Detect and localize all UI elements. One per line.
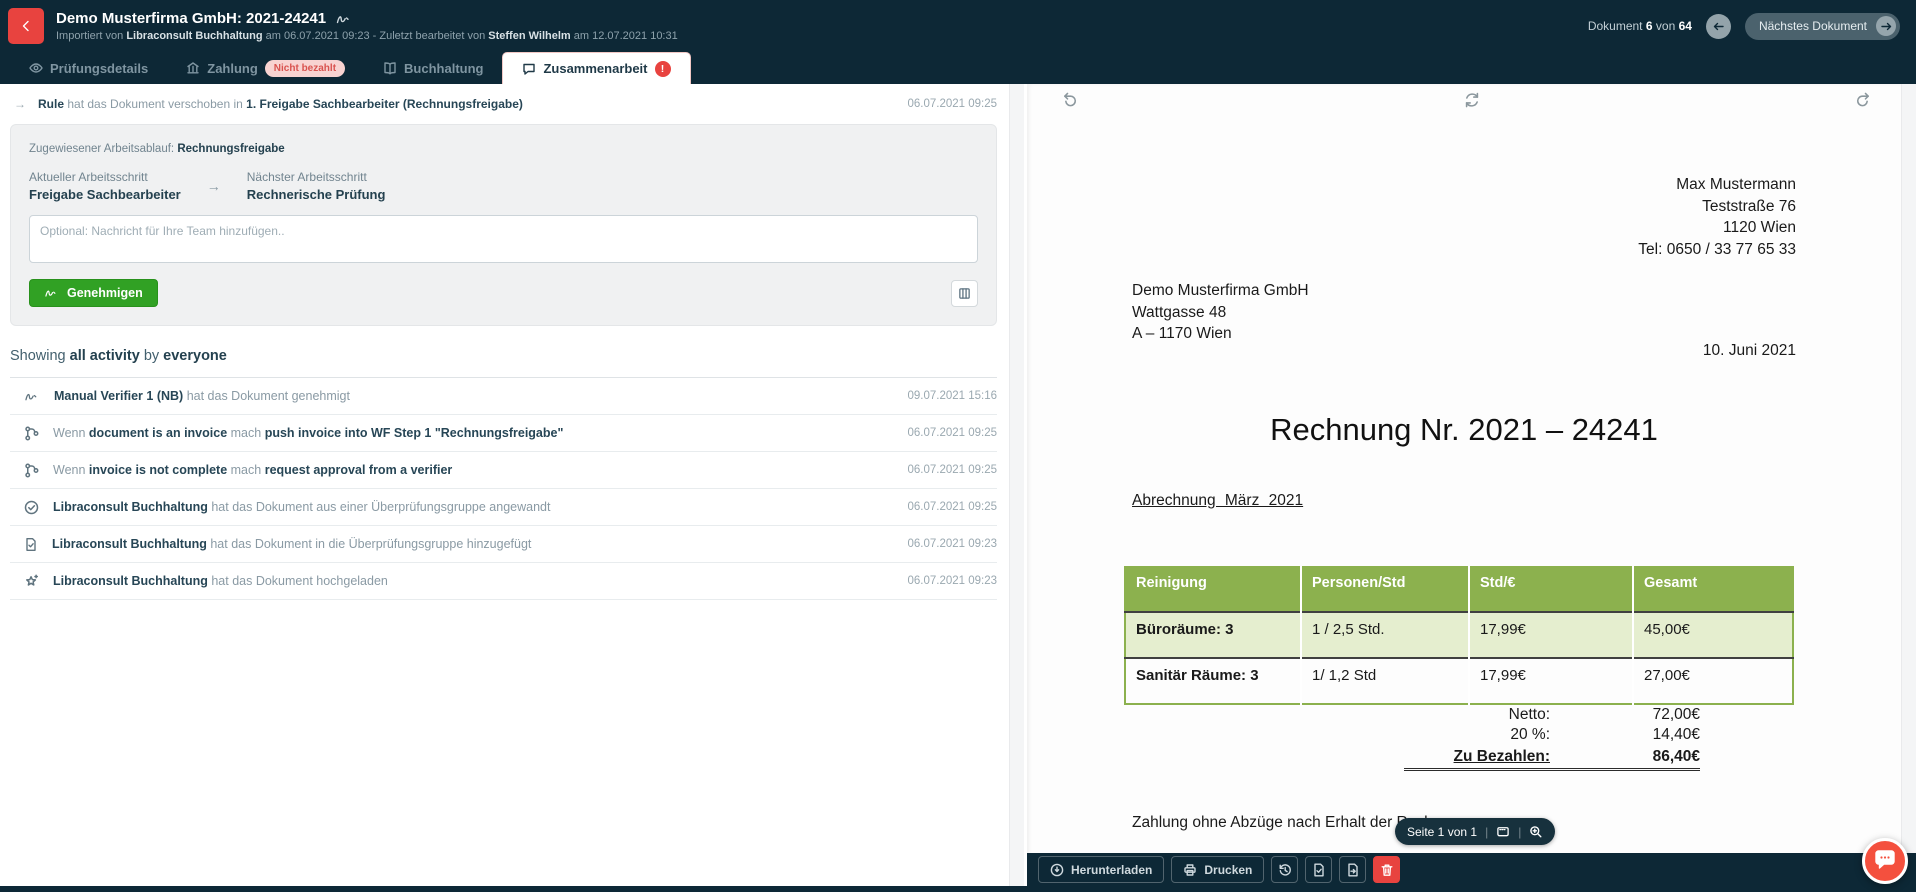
back-button[interactable] (8, 8, 44, 44)
eye-icon (29, 61, 43, 75)
thumbnails-icon[interactable] (1496, 825, 1510, 838)
tab-zahlung[interactable]: Zahlung Nicht bezahlt (167, 52, 364, 84)
arrow-right-icon: → (14, 97, 26, 111)
collaboration-panel: → Rule hat das Dokument verschoben in 1.… (0, 84, 1027, 886)
document-check-icon (1312, 863, 1326, 877)
footer-bar (0, 886, 1916, 892)
next-document-button[interactable]: Nächstes Dokument (1745, 13, 1900, 40)
kanban-icon (958, 287, 971, 300)
invoice-title: Rechnung Nr. 2021 – 24241 (1027, 412, 1901, 448)
trash-icon (1380, 863, 1394, 877)
activity-list: Manual Verifier 1 (NB) hat das Dokument … (10, 377, 997, 600)
invoice-sender-address: Max Mustermann Teststraße 76 1120 Wien T… (1638, 174, 1796, 260)
chevron-left-icon (19, 19, 33, 33)
activity-row-group-applied: Libraconsult Buchhaltung hat das Dokumen… (10, 489, 997, 526)
delete-button[interactable] (1373, 856, 1400, 883)
activity-filter-row: Showing all activity by everyone (0, 326, 1027, 377)
invoice-subject: Abrechnung März 2021 (1132, 492, 1303, 510)
document-verify-button[interactable] (1305, 856, 1332, 883)
activity-row-rule-invoice: Wenn document is an invoice mach push in… (10, 415, 997, 452)
tab-bar: Prüfungsdetails Zahlung Nicht bezahlt Bu… (0, 52, 1916, 84)
timestamp: 06.07.2021 09:25 (907, 501, 997, 513)
workflow-panel: Zugewiesener Arbeitsablauf: Rechnungsfre… (10, 124, 997, 326)
rotate-right-icon[interactable] (1854, 91, 1872, 109)
alert-badge: ! (655, 61, 671, 77)
assigned-workflow: Zugewiesener Arbeitsablauf: Rechnungsfre… (29, 143, 978, 155)
rotate-left-icon[interactable] (1061, 91, 1079, 109)
star-icon (24, 574, 39, 589)
tab-buchhaltung[interactable]: Buchhaltung (364, 52, 502, 84)
refresh-icon[interactable] (1463, 91, 1481, 109)
arrow-left-icon (1713, 22, 1724, 31)
rule-event-row: → Rule hat das Dokument verschoben in 1.… (0, 84, 1027, 121)
invoice-totals: Netto:72,00€ 20 %:14,40€ Zu Bezahlen:86,… (1404, 705, 1700, 771)
signature-icon (44, 287, 59, 299)
current-step: Aktueller Arbeitsschritt Freigabe Sachbe… (29, 170, 181, 202)
timestamp: 06.07.2021 09:25 (907, 427, 997, 439)
approve-button[interactable]: Genehmigen (29, 279, 158, 307)
activity-row-rule-approval: Wenn invoice is not complete mach reques… (10, 452, 997, 489)
activity-row-uploaded: Libraconsult Buchhaltung hat das Dokumen… (10, 563, 997, 600)
signature-icon (336, 12, 352, 26)
document-viewer: Max Mustermann Teststraße 76 1120 Wien T… (1027, 84, 1916, 886)
activity-row-group-added: Libraconsult Buchhaltung hat das Dokumen… (10, 526, 997, 563)
invoice-footnote: Zahlung ohne Abzüge nach Erhalt der Rech (1132, 814, 1433, 832)
tab-pruefungsdetails[interactable]: Prüfungsdetails (10, 52, 167, 84)
support-chat-button[interactable] (1862, 838, 1908, 884)
table-row: Büroräume: 3 1 / 2,5 Std. 17,99€ 45,00€ (1125, 612, 1793, 658)
check-circle-icon (24, 500, 39, 515)
page-indicator: Seite 1 von 1 | | (1395, 818, 1555, 845)
bank-icon (186, 61, 200, 75)
printer-icon (1183, 863, 1197, 877)
history-icon (1278, 863, 1292, 877)
next-step: Nächster Arbeitsschritt Rechnerische Prü… (247, 170, 386, 202)
header-bar: Demo Musterfirma GmbH: 2021-24241 Import… (0, 0, 1916, 52)
document-page: Max Mustermann Teststraße 76 1120 Wien T… (1027, 84, 1916, 853)
history-button[interactable] (1271, 856, 1298, 883)
app-window: Demo Musterfirma GmbH: 2021-24241 Import… (0, 0, 1916, 892)
previous-document-button[interactable] (1706, 14, 1731, 39)
activity-type-filter[interactable]: all activity (70, 348, 140, 364)
timestamp: 06.07.2021 09:25 (907, 98, 997, 110)
document-export-button[interactable] (1339, 856, 1366, 883)
board-view-button[interactable] (951, 280, 978, 307)
timestamp: 06.07.2021 09:25 (907, 464, 997, 476)
document-export-icon (1346, 863, 1360, 877)
invoice-recipient-address: Demo Musterfirma GmbH Wattgasse 48 A – 1… (1132, 280, 1309, 345)
print-button[interactable]: Drucken (1171, 856, 1264, 883)
branch-icon (24, 463, 39, 478)
chat-icon (522, 62, 536, 76)
timestamp: 06.07.2021 09:23 (907, 575, 997, 587)
tab-zusammenarbeit[interactable]: Zusammenarbeit ! (502, 52, 690, 84)
timestamp: 06.07.2021 09:23 (907, 538, 997, 550)
ledger-icon (383, 61, 397, 75)
arrow-right-icon: → (207, 178, 221, 194)
panel-scrollbar[interactable] (1009, 84, 1024, 886)
invoice-date: 10. Juni 2021 (1703, 342, 1796, 360)
document-check-icon (24, 537, 38, 552)
viewer-scrollbar[interactable] (1901, 84, 1916, 853)
activity-row-approved: Manual Verifier 1 (NB) hat das Dokument … (10, 378, 997, 415)
document-title: Demo Musterfirma GmbH: 2021-24241 (56, 10, 326, 27)
team-message-input[interactable] (29, 215, 978, 263)
document-counter: Dokument 6 von 64 (1588, 19, 1692, 33)
signature-icon (24, 390, 40, 403)
download-button[interactable]: Herunterladen (1038, 856, 1164, 883)
chat-bubble-icon (1873, 850, 1897, 872)
zoom-in-icon[interactable] (1529, 825, 1543, 839)
download-icon (1050, 863, 1064, 877)
invoice-table: Reinigung Personen/Std Std/€ Gesamt Büro… (1124, 566, 1794, 705)
table-row: Sanitär Räume: 3 1/ 1,2 Std 17,99€ 27,00… (1125, 658, 1793, 704)
branch-icon (24, 426, 39, 441)
activity-people-filter[interactable]: everyone (163, 348, 227, 364)
unpaid-badge: Nicht bezahlt (265, 60, 345, 77)
viewer-toolbar: Herunterladen Drucken (1027, 853, 1916, 886)
timestamp: 09.07.2021 15:16 (907, 390, 997, 402)
arrow-right-icon (1876, 16, 1896, 36)
document-subtitle: Importiert von Libraconsult Buchhaltung … (56, 30, 678, 42)
